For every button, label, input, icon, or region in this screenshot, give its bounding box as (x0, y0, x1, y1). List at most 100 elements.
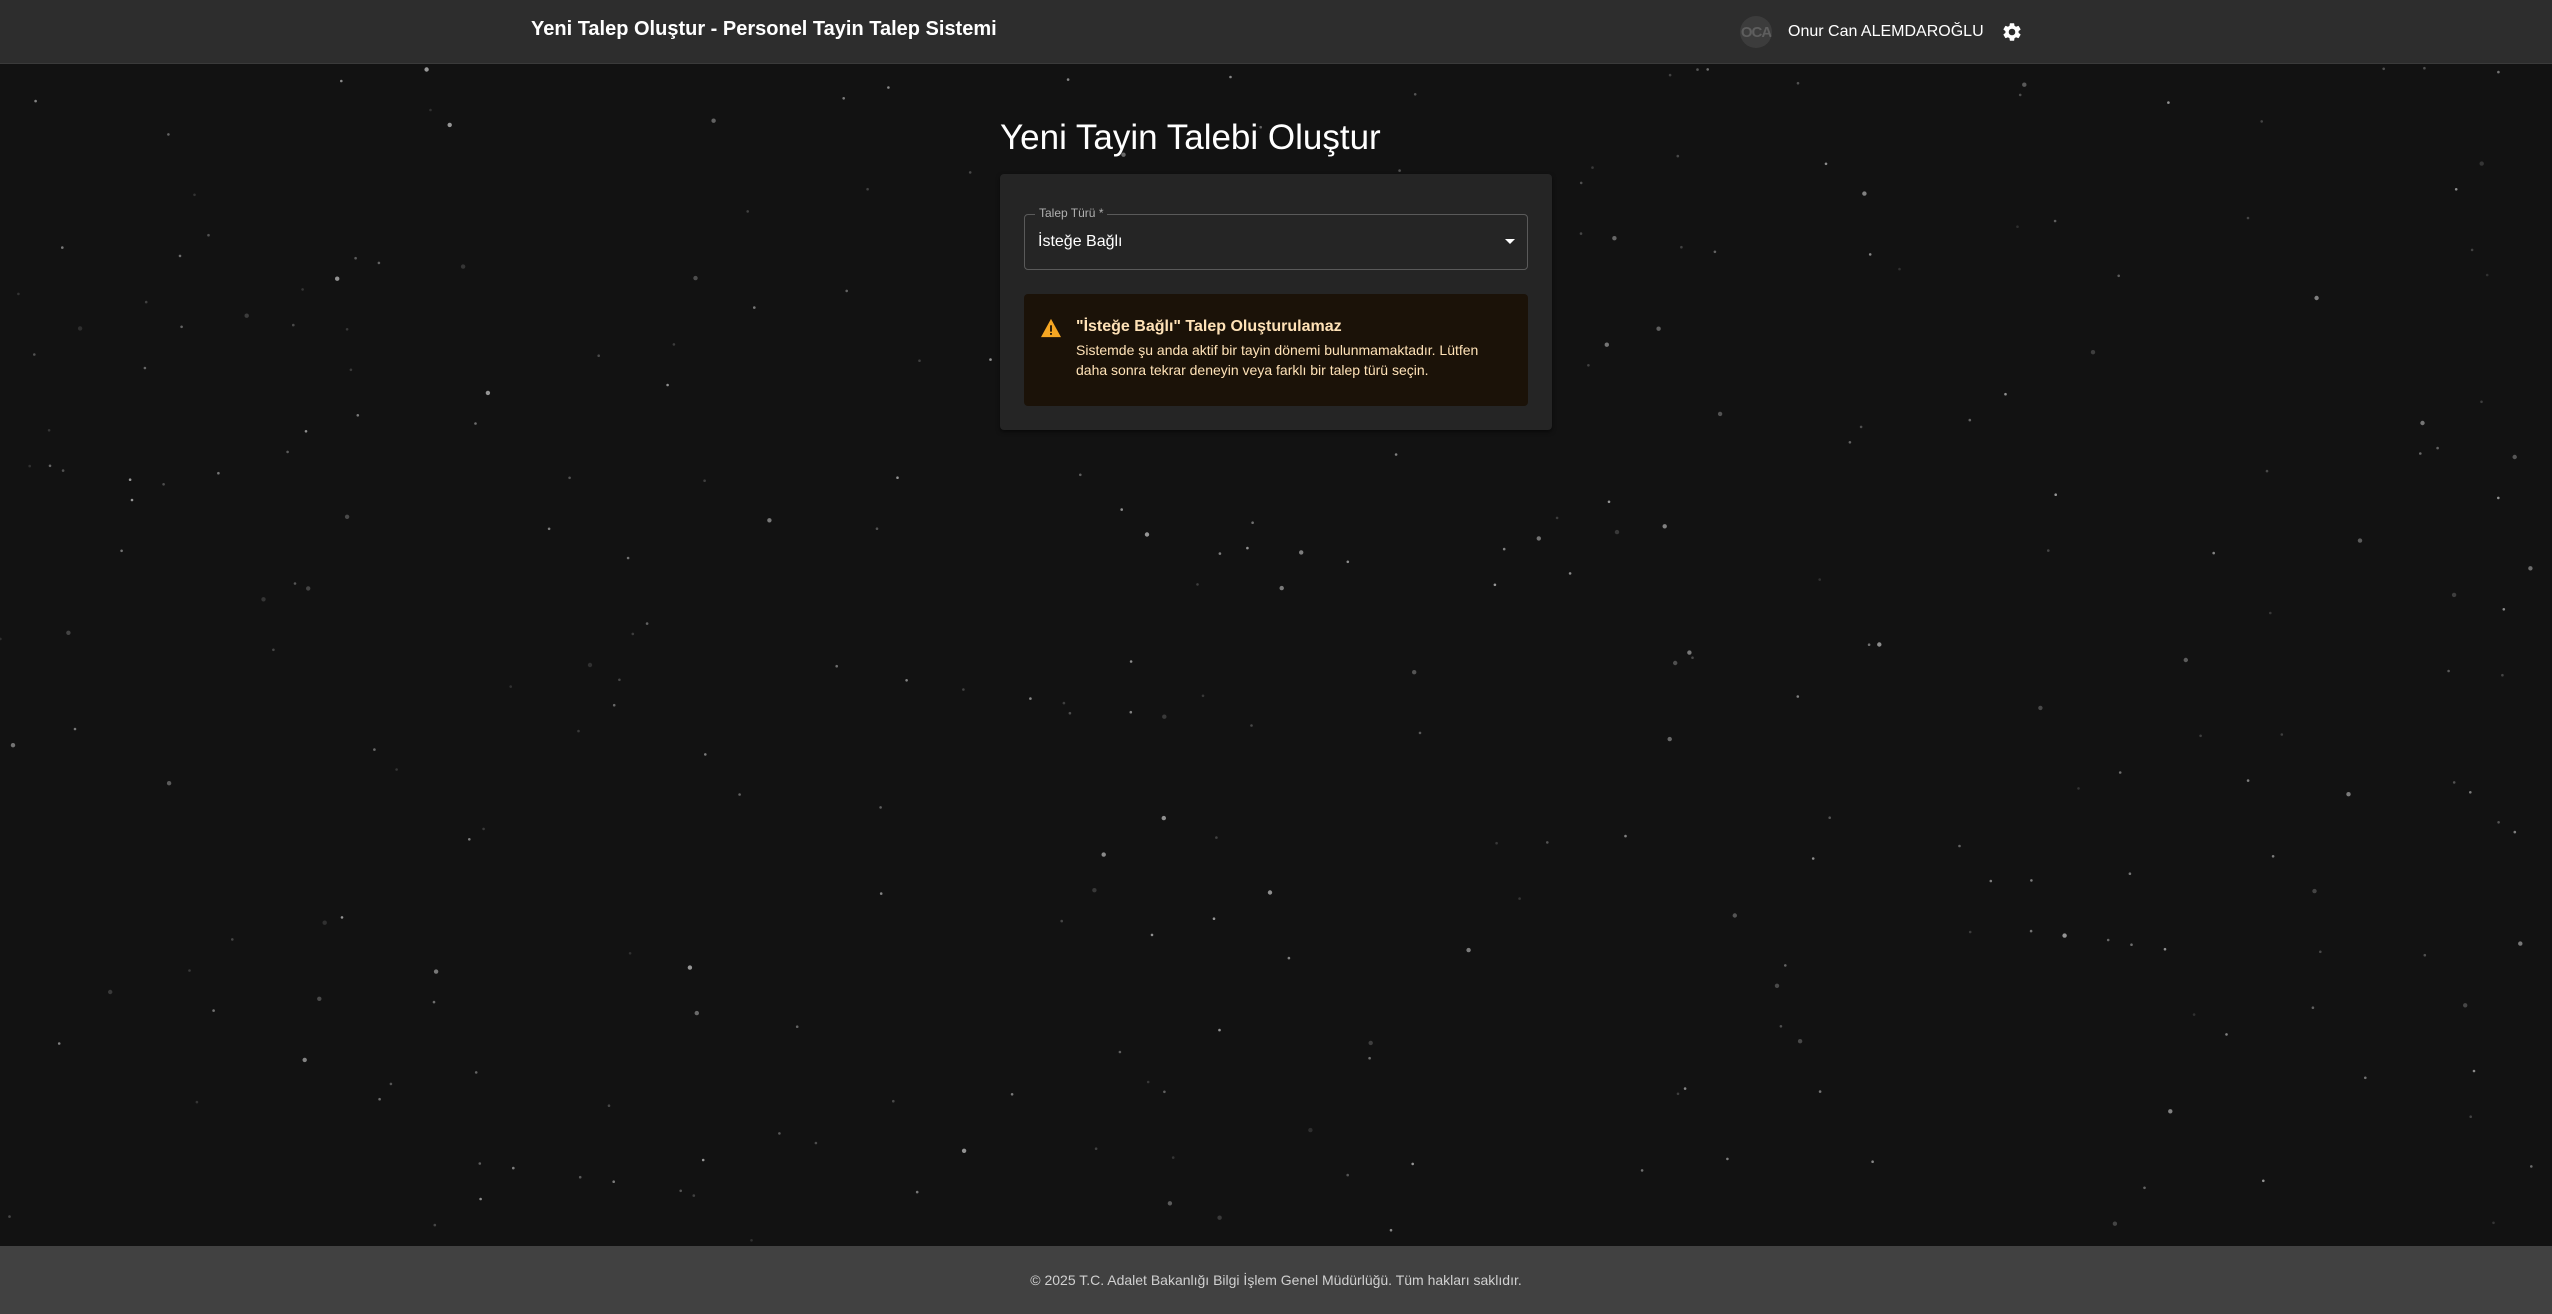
star (1958, 844, 1961, 848)
star (2128, 872, 2132, 875)
star (1676, 1092, 1680, 1096)
star (1418, 731, 1422, 735)
star (2479, 161, 2484, 166)
star (33, 353, 36, 356)
star (1398, 169, 1401, 172)
star (2454, 188, 2458, 191)
star (628, 952, 632, 955)
star (1568, 572, 1572, 575)
star (1683, 1087, 1687, 1090)
star (1968, 418, 1972, 422)
star (666, 383, 669, 387)
star (2280, 733, 2284, 736)
star (335, 276, 340, 281)
star (2528, 566, 2533, 571)
star (2423, 953, 2427, 957)
star (17, 292, 20, 296)
star (130, 498, 134, 502)
star (1060, 919, 1063, 923)
star (2470, 248, 2474, 252)
star (1818, 1090, 1822, 1093)
star (918, 359, 921, 363)
request-type-select[interactable]: Talep Türü * İsteğe Bağlı (1024, 206, 1528, 270)
star (1079, 473, 1082, 477)
star (2260, 120, 2263, 123)
star (1587, 364, 1590, 367)
star (2118, 771, 2122, 774)
settings-button[interactable] (1998, 18, 2026, 46)
star (1555, 516, 1559, 520)
star (547, 527, 551, 531)
star (2018, 93, 2022, 97)
star (485, 390, 491, 396)
star (433, 1223, 437, 1227)
star (989, 358, 992, 361)
star (2436, 446, 2439, 450)
star (217, 471, 220, 475)
star (468, 838, 471, 841)
star (795, 1025, 799, 1028)
star (905, 679, 908, 682)
star (0, 637, 2, 641)
star (2469, 1115, 2472, 1118)
star (73, 727, 77, 731)
star (1796, 695, 1800, 698)
star (2497, 821, 2500, 824)
star (1579, 181, 1583, 185)
request-type-label: Talep Türü * (1035, 206, 1108, 220)
star (1196, 583, 1199, 586)
star (2212, 551, 2215, 555)
user-name[interactable]: Onur Can ALEMDAROĞLU (1788, 23, 1984, 41)
star (128, 478, 132, 482)
star (1696, 68, 1699, 71)
star (1267, 890, 1273, 895)
star (429, 108, 432, 112)
star (1680, 245, 1683, 249)
star (2090, 350, 2096, 355)
star (1094, 1147, 1098, 1150)
star (1413, 93, 1417, 96)
star (1614, 529, 1620, 535)
page-title: Yeni Tayin Talebi Oluştur (1000, 118, 1381, 157)
star (1251, 521, 1254, 524)
avatar[interactable]: OCA (1740, 16, 1772, 48)
star (424, 67, 429, 72)
star (2262, 1179, 2265, 1183)
user-menu[interactable]: OCA Onur Can ALEMDAROĞLU (1740, 15, 2026, 49)
star (1229, 75, 1232, 79)
star (1068, 711, 1072, 715)
star (1368, 1040, 1373, 1046)
star (2357, 538, 2363, 543)
star (1691, 656, 1694, 659)
star (1066, 78, 1070, 81)
star (306, 586, 311, 591)
star (704, 753, 707, 756)
star (1676, 154, 1680, 158)
star (1217, 1215, 1222, 1220)
star (711, 118, 716, 123)
star (1308, 1127, 1313, 1133)
copyright-text: © 2025 T.C. Adalet Bakanlığı Bilgi İşlem… (1030, 1272, 1522, 1288)
star (2030, 879, 2033, 882)
star (2447, 669, 2450, 673)
star (1656, 326, 1661, 331)
star (1706, 68, 1709, 71)
dropdown-arrow-icon[interactable] (1505, 239, 1515, 244)
star (2199, 734, 2202, 738)
star (378, 1097, 381, 1101)
star (679, 1189, 682, 1193)
star (1811, 857, 1815, 860)
star (474, 1071, 478, 1074)
star (1029, 697, 1032, 700)
alert-title: "İsteğe Bağlı" Talep Oluşturulamaz (1076, 318, 1342, 335)
star (626, 556, 630, 560)
star (693, 275, 698, 281)
star (1662, 524, 1667, 529)
star (701, 1158, 705, 1162)
star (1412, 670, 1417, 675)
star (1624, 834, 1627, 838)
star (340, 79, 343, 83)
request-type-value: İsteğe Bağlı (1038, 233, 1123, 250)
star (746, 210, 749, 213)
star (1299, 550, 1304, 555)
